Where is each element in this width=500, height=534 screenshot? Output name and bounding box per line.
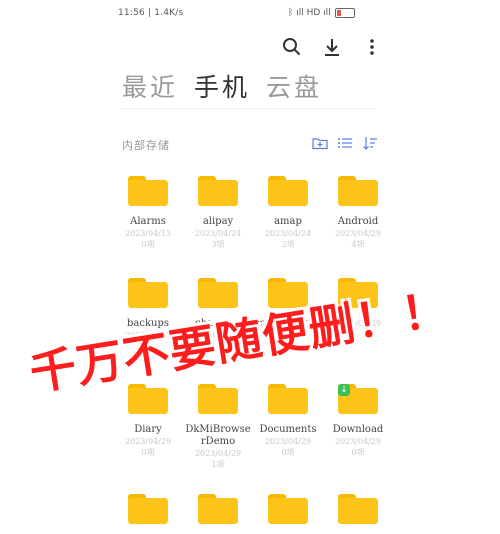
folder-date: owser [275,331,301,340]
folder-item[interactable]: ↓ Download 2023/04/29 0项 [322,384,394,458]
folder-icon [198,176,238,206]
folder-item[interactable] [182,494,254,534]
storage-breadcrumb[interactable]: 内部存储 [122,137,170,153]
folder-count: 0项 [141,448,155,457]
folder-count: 1项 [211,342,225,351]
folder-count: 4项 [351,240,365,249]
folder-icon [198,494,238,524]
folder-name-line2: rDemo [200,436,236,447]
download-badge-icon: ↓ [338,384,350,396]
folder-count: 0项 [141,342,155,351]
folder-count: 0项 [351,448,365,457]
folder-icon [338,278,378,308]
folder-icon [268,278,308,308]
tab-cloud[interactable]: 云盘 [266,68,322,104]
folder-icon [338,176,378,206]
folder-count: 0项 [281,448,295,457]
folder-count: 2项 [281,240,295,249]
search-icon[interactable] [281,36,303,58]
battery-icon [334,8,355,18]
signal-indicators: ᛒ ıll HD ıll [288,8,331,18]
folder-name: Diary [134,424,162,435]
status-time-speed: 11:56 | 1.4K/s [118,8,184,18]
tab-bar: 最近 手机 云盘 [122,68,322,104]
folder-name: backups [127,318,169,329]
folder-date: 2023/04/29 [334,319,382,328]
more-vertical-icon[interactable] [361,36,383,58]
folder-name: chaoxing [195,318,241,329]
folder-count: 1项 [211,460,225,469]
new-folder-icon[interactable] [312,135,328,151]
folder-item[interactable] [252,494,324,534]
folder-name: Android [337,216,379,227]
folder-icon [268,384,308,414]
folder-date: 2023/04/24 [264,229,312,238]
folder-name: DkMiBrowse [185,424,251,435]
folder-item[interactable]: 2023/04/29 [322,278,394,329]
battery-level [336,10,341,16]
folder-date: 2023/04/29 [124,437,172,446]
folder-name: com.quark.br [253,318,323,329]
folder-date: 2023/04/29 [124,331,172,340]
divider [122,108,376,109]
folder-icon [198,384,238,414]
folder-count: 3项 [211,240,225,249]
folder-name: Download [332,424,384,435]
folder-name: Documents [259,424,317,435]
folder-item[interactable]: com.quark.br owser [252,278,324,341]
folder-icon [128,384,168,414]
folder-icon [338,494,378,524]
tab-recent[interactable]: 最近 [122,68,178,104]
folder-item[interactable]: alipay 2023/04/24 3项 [182,176,254,250]
folder-item[interactable]: Android 2023/04/29 4项 [322,176,394,250]
folder-item[interactable]: Diary 2023/04/29 0项 [112,384,184,458]
folder-item[interactable]: amap 2023/04/24 2项 [252,176,324,250]
folder-icon [128,494,168,524]
folder-date: 2023/04/29 [334,437,382,446]
folder-date: 2023/04/29 [194,449,242,458]
folder-date: 2023/04/24 [194,229,242,238]
folder-item[interactable]: Alarms 2023/04/13 0项 [112,176,184,250]
folder-date: 2023/04/29 [264,437,312,446]
folder-name: Alarms [130,216,166,227]
folder-item[interactable]: backups 2023/04/29 0项 [112,278,184,352]
folder-item[interactable] [322,494,394,534]
folder-item[interactable]: chaoxing 2023/04/29 1项 [182,278,254,352]
folder-icon [128,278,168,308]
folder-date: 2023/04/29 [194,331,242,340]
folder-item[interactable]: Documents 2023/04/29 0项 [252,384,324,458]
tab-phone[interactable]: 手机 [194,68,250,104]
folder-icon: ↓ [338,384,378,414]
folder-name: alipay [202,216,234,227]
folder-date: 2023/04/29 [334,229,382,238]
folder-icon [268,494,308,524]
folder-date: 2023/04/13 [124,229,172,238]
folder-count: 0项 [141,240,155,249]
folder-name: amap [274,216,302,227]
status-indicators: ᛒ ıll HD ıll [288,8,355,18]
status-bar: 11:56 | 1.4K/s ᛒ ıll HD ıll [0,0,500,28]
folder-icon [198,278,238,308]
list-view-icon[interactable] [337,135,353,151]
folder-icon [128,176,168,206]
sort-icon[interactable] [362,135,378,151]
folder-icon [268,176,308,206]
folder-item[interactable]: DkMiBrowse rDemo 2023/04/29 1项 [182,384,254,470]
download-icon[interactable] [321,36,343,58]
folder-item[interactable] [112,494,184,534]
